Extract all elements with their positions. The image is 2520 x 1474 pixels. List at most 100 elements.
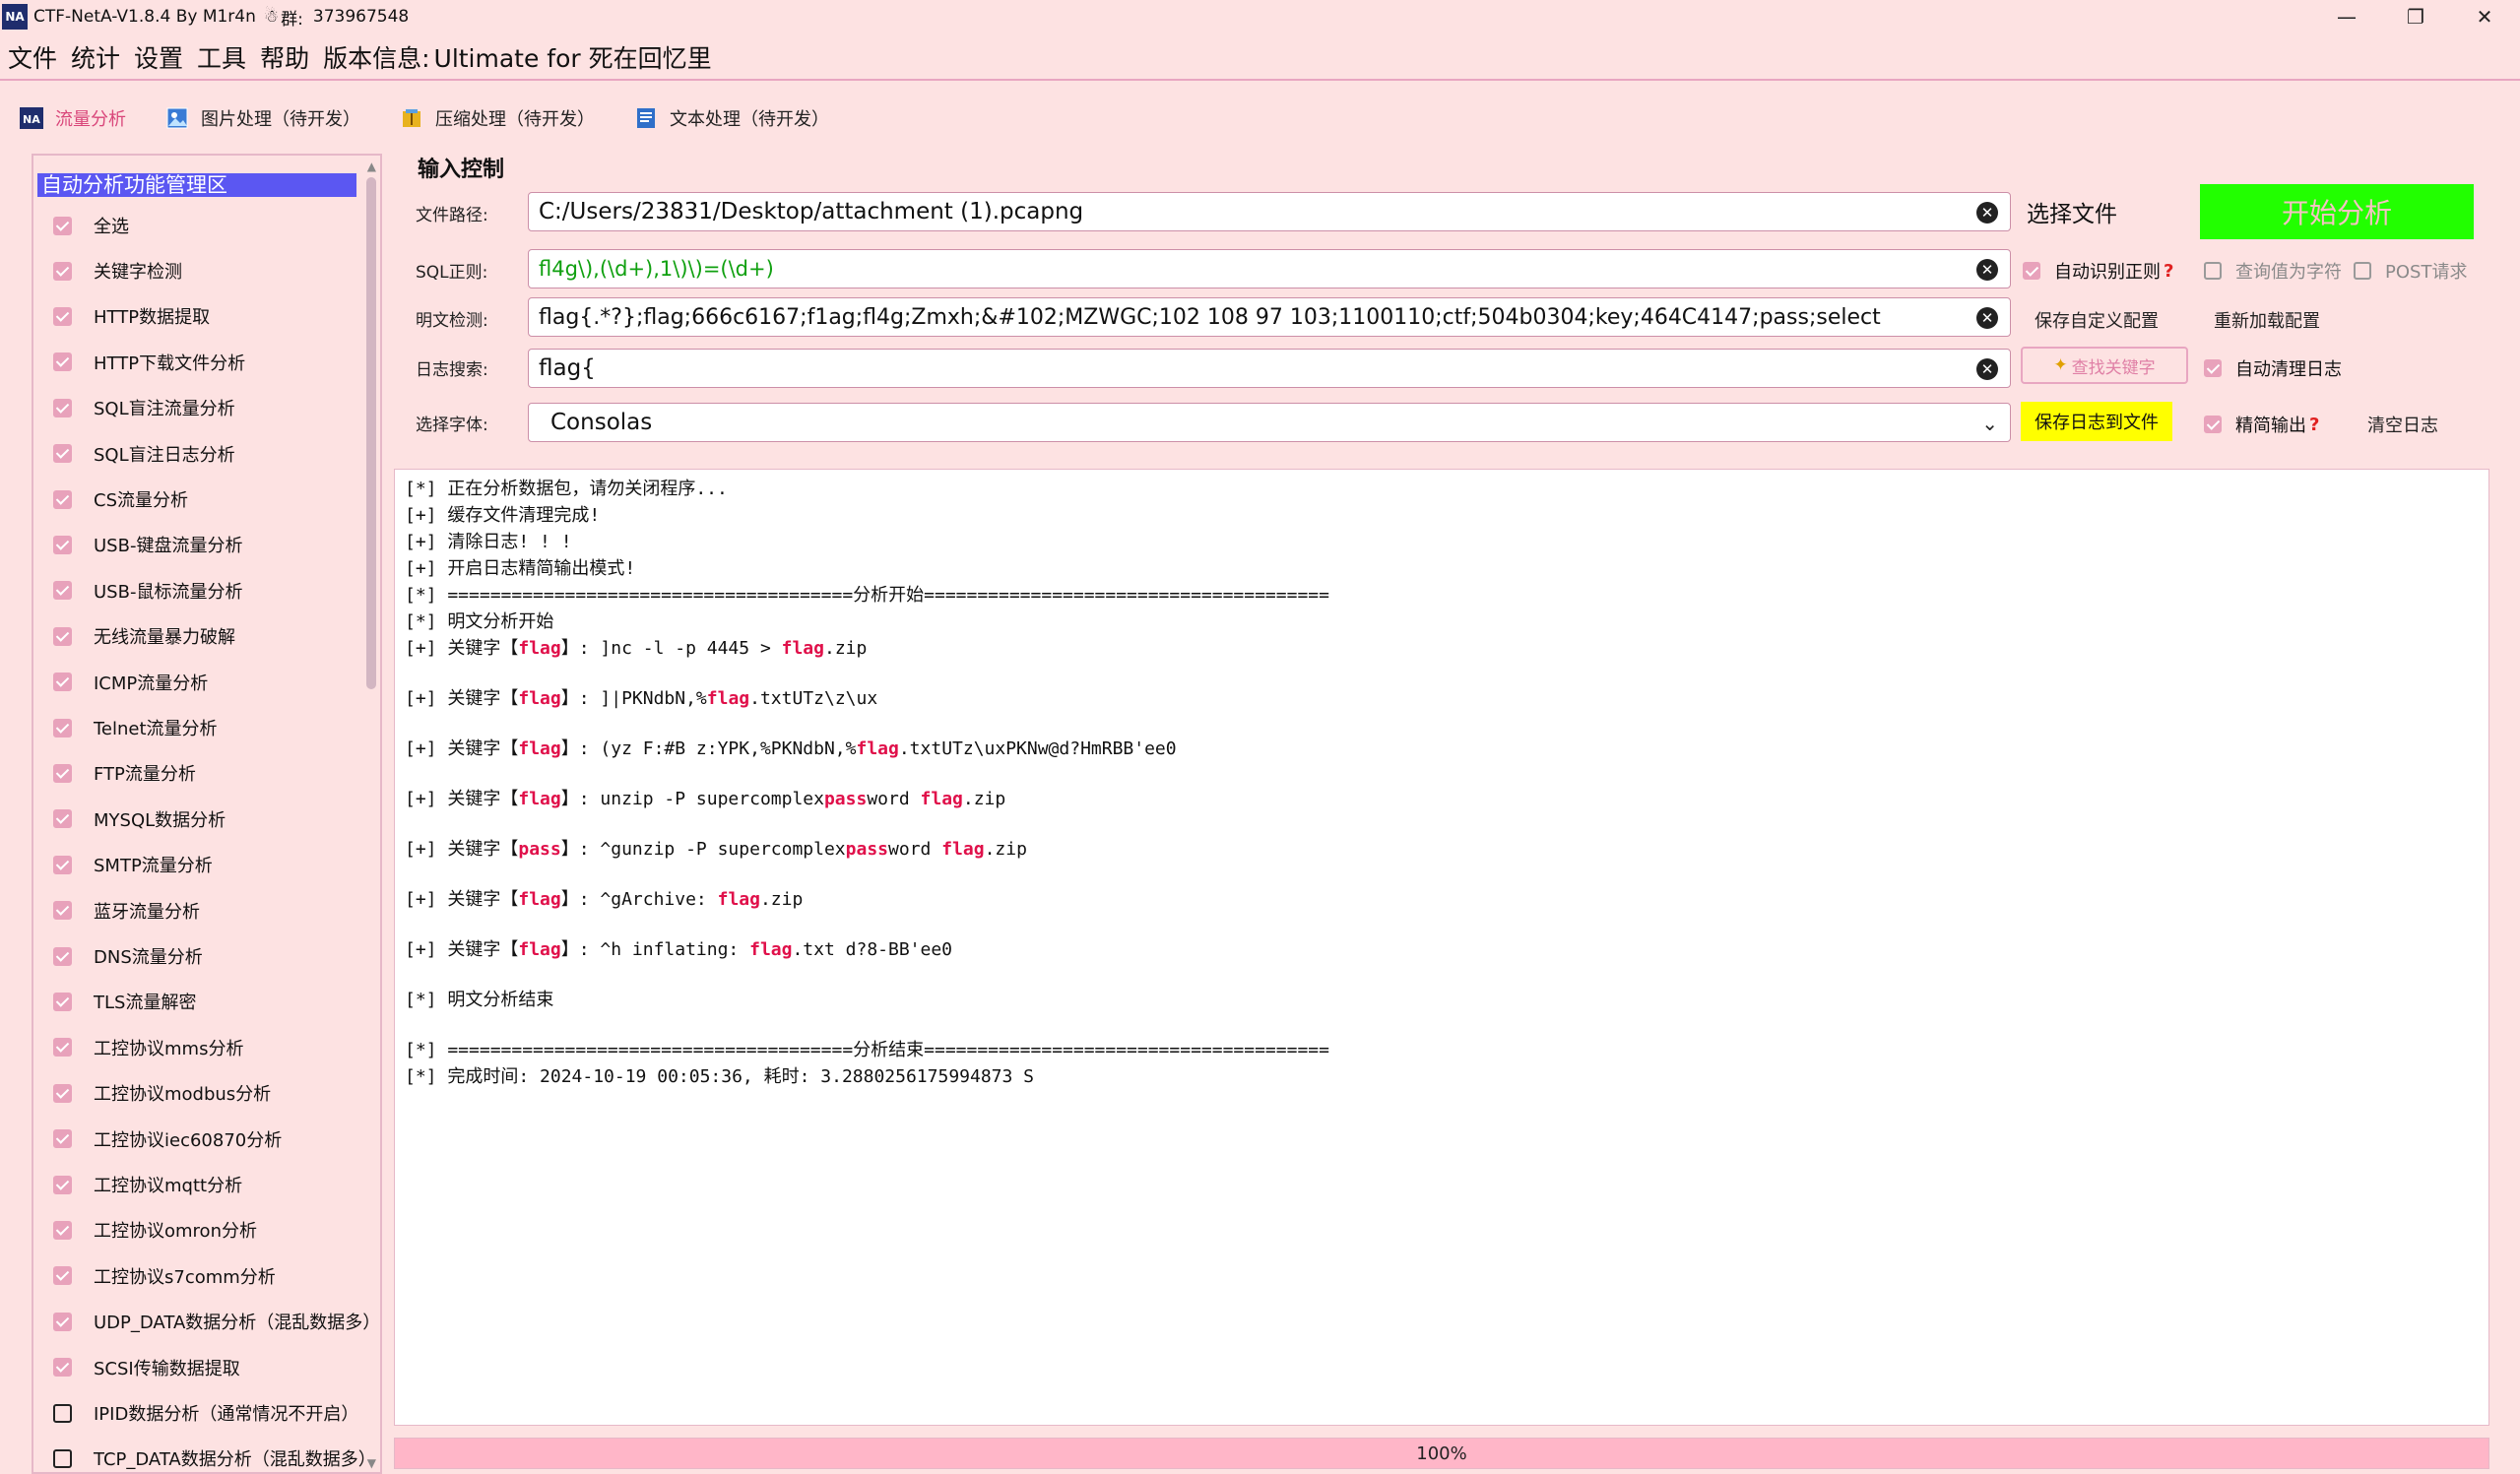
checkbox-icon bbox=[53, 992, 72, 1011]
log-text: [*] 完成时间: 2024-10-19 00:05:36, 耗时: 3.288… bbox=[405, 1066, 1035, 1087]
analysis-option-checkbox[interactable]: 工控协议mms分析 bbox=[53, 1033, 243, 1062]
analysis-option-checkbox[interactable]: USB-鼠标流量分析 bbox=[53, 576, 242, 606]
analysis-option-checkbox[interactable]: 工控协议iec60870分析 bbox=[53, 1124, 282, 1154]
tab-text-processing[interactable]: 文本处理（待开发） bbox=[634, 105, 829, 131]
checkbox-icon bbox=[53, 1038, 72, 1057]
log-search-value: flag{ bbox=[539, 355, 596, 381]
log-blank-line bbox=[405, 812, 2479, 836]
tab-archive-processing[interactable]: 压缩处理（待开发） bbox=[400, 105, 595, 131]
maximize-button[interactable]: ❐ bbox=[2381, 0, 2450, 33]
log-text: [*] ====================================… bbox=[405, 1040, 1329, 1060]
start-analysis-button[interactable]: 开始分析 bbox=[2200, 184, 2474, 239]
sql-regex-input[interactable]: fl4g\),(\d+),1\)\)=(\d+) ✕ bbox=[528, 249, 2011, 288]
analysis-option-checkbox[interactable]: 关键字检测 bbox=[53, 256, 182, 286]
analysis-option-checkbox[interactable]: HTTP下载文件分析 bbox=[53, 348, 245, 377]
analysis-option-checkbox[interactable]: ICMP流量分析 bbox=[53, 668, 208, 697]
auto-regex-checkbox[interactable]: 自动识别正则 ? bbox=[2023, 258, 2173, 284]
analysis-option-checkbox[interactable]: SCSI传输数据提取 bbox=[53, 1353, 240, 1382]
analysis-option-checkbox[interactable]: SQL盲注日志分析 bbox=[53, 439, 235, 469]
log-text: word bbox=[888, 839, 942, 860]
analysis-option-checkbox[interactable]: DNS流量分析 bbox=[53, 941, 203, 971]
analysis-option-checkbox[interactable]: SMTP流量分析 bbox=[53, 850, 213, 879]
analysis-option-checkbox[interactable]: Telnet流量分析 bbox=[53, 713, 218, 742]
post-request-checkbox[interactable]: POST请求 bbox=[2354, 258, 2467, 284]
select-all-checkbox[interactable]: 全选 bbox=[53, 211, 129, 240]
analysis-option-checkbox[interactable]: 蓝牙流量分析 bbox=[53, 896, 200, 926]
log-blank-line bbox=[405, 712, 2479, 736]
analysis-option-checkbox[interactable]: TLS流量解密 bbox=[53, 987, 196, 1016]
file-path-input[interactable]: C:/Users/23831/Desktop/attachment (1).pc… bbox=[528, 192, 2011, 231]
analysis-option-checkbox[interactable]: UDP_DATA数据分析（混乱数据多） bbox=[53, 1307, 380, 1336]
na-logo-icon: NA bbox=[20, 106, 43, 130]
analysis-option-checkbox[interactable]: 无线流量暴力破解 bbox=[53, 621, 235, 651]
checkbox-icon bbox=[2204, 262, 2222, 280]
analysis-option-checkbox[interactable]: MYSQL数据分析 bbox=[53, 804, 226, 834]
analysis-option-checkbox[interactable]: 工控协议mqtt分析 bbox=[53, 1170, 242, 1199]
plaintext-input[interactable]: flag{.*?};flag;666c6167;f1ag;fl4g;Zmxh;&… bbox=[528, 297, 2011, 337]
clear-icon[interactable]: ✕ bbox=[1976, 259, 1998, 281]
log-line: [+] 关键字【flag】: ^h inflating: flag.txt d?… bbox=[405, 936, 2479, 963]
checkbox-icon bbox=[53, 1129, 72, 1149]
progress-label: 100% bbox=[1416, 1442, 1467, 1464]
save-log-button[interactable]: 保存日志到文件 bbox=[2021, 402, 2172, 441]
progress-bar: 100% bbox=[394, 1438, 2489, 1469]
help-icon[interactable]: ? bbox=[2164, 261, 2173, 282]
log-text: [*] 明文分析开始 bbox=[405, 611, 554, 632]
log-keyword: flag bbox=[518, 789, 561, 809]
analysis-option-checkbox[interactable]: TCP_DATA数据分析（混乱数据多） bbox=[53, 1443, 376, 1472]
auto-clear-log-label: 自动清理日志 bbox=[2235, 359, 2342, 380]
menu-tools[interactable]: 工具 bbox=[197, 39, 246, 75]
log-text: [*] 明文分析结束 bbox=[405, 990, 554, 1010]
minimize-button[interactable]: — bbox=[2312, 0, 2381, 33]
auto-clear-log-checkbox[interactable]: 自动清理日志 bbox=[2204, 355, 2342, 381]
analysis-option-checkbox[interactable]: SQL盲注流量分析 bbox=[53, 393, 235, 422]
version-label[interactable]: 版本信息: bbox=[323, 39, 429, 75]
analysis-option-checkbox[interactable]: CS流量分析 bbox=[53, 484, 188, 514]
title-bar: NA CTF-NetA-V1.8.4 By M1r4n ☃ 群: 3739675… bbox=[0, 0, 2520, 33]
tab-image-processing[interactable]: 图片处理（待开发） bbox=[165, 105, 360, 131]
analysis-option-checkbox[interactable]: 工控协议modbus分析 bbox=[53, 1078, 271, 1108]
close-window-button[interactable]: ✕ bbox=[2450, 0, 2519, 33]
menu-settings[interactable]: 设置 bbox=[134, 39, 183, 75]
menu-file[interactable]: 文件 bbox=[8, 39, 57, 75]
archive-icon bbox=[400, 106, 423, 130]
log-text: [+] 关键字【 bbox=[405, 738, 519, 759]
clear-icon[interactable]: ✕ bbox=[1976, 307, 1998, 329]
log-search-input[interactable]: flag{ ✕ bbox=[528, 349, 2011, 388]
checkbox-icon bbox=[53, 626, 72, 646]
analysis-option-label: DNS流量分析 bbox=[94, 947, 203, 968]
tab-traffic-analysis[interactable]: NA 流量分析 bbox=[20, 105, 126, 131]
clear-log-button[interactable]: 清空日志 bbox=[2367, 412, 2438, 437]
tab-label: 流量分析 bbox=[55, 109, 126, 130]
query-as-char-checkbox[interactable]: 查询值为字符 bbox=[2204, 258, 2342, 284]
log-text: .zip bbox=[962, 789, 1006, 809]
post-request-label: POST请求 bbox=[2385, 262, 2468, 283]
log-output[interactable]: [*] 正在分析数据包，请勿关闭程序... [+] 缓存文件清理完成! [+] 清除… bbox=[394, 469, 2489, 1426]
sidebar-scrollbar[interactable] bbox=[366, 177, 376, 689]
analysis-option-checkbox[interactable]: USB-键盘流量分析 bbox=[53, 530, 242, 559]
checkbox-icon bbox=[53, 1220, 72, 1240]
save-custom-config-button[interactable]: 保存自定义配置 bbox=[2035, 307, 2159, 333]
analysis-option-checkbox[interactable]: IPID数据分析（通常情况不开启） bbox=[53, 1398, 358, 1428]
clear-icon[interactable]: ✕ bbox=[1976, 358, 1998, 380]
choose-file-button[interactable]: 选择文件 bbox=[2027, 195, 2117, 228]
log-text: .zip bbox=[984, 839, 1027, 860]
concise-output-checkbox[interactable]: 精简输出 ? bbox=[2204, 412, 2319, 437]
analysis-option-checkbox[interactable]: HTTP数据提取 bbox=[53, 301, 210, 331]
checkbox-icon bbox=[53, 444, 72, 464]
group-number: 373967548 bbox=[312, 7, 410, 27]
font-select[interactable]: Consolas ⌄ bbox=[528, 403, 2011, 442]
analysis-option-checkbox[interactable]: 工控协议s7comm分析 bbox=[53, 1261, 276, 1291]
help-icon[interactable]: ? bbox=[2309, 415, 2319, 435]
analysis-option-checkbox[interactable]: 工控协议omron分析 bbox=[53, 1215, 257, 1245]
analysis-option-checkbox[interactable]: FTP流量分析 bbox=[53, 758, 196, 788]
reload-config-button[interactable]: 重新加载配置 bbox=[2214, 307, 2320, 333]
clear-icon[interactable]: ✕ bbox=[1976, 202, 1998, 224]
find-keyword-button[interactable]: ✦ 查找关键字 bbox=[2021, 347, 2188, 384]
menu-help[interactable]: 帮助 bbox=[260, 39, 309, 75]
log-line: [+] 关键字【pass】: ^gunzip -P supercomplexpa… bbox=[405, 836, 2479, 863]
scroll-up-icon[interactable]: ▲ bbox=[367, 160, 376, 173]
analysis-option-label: 无线流量暴力破解 bbox=[94, 627, 235, 649]
menu-statistics[interactable]: 统计 bbox=[71, 39, 120, 75]
log-keyword: flag bbox=[856, 738, 899, 759]
